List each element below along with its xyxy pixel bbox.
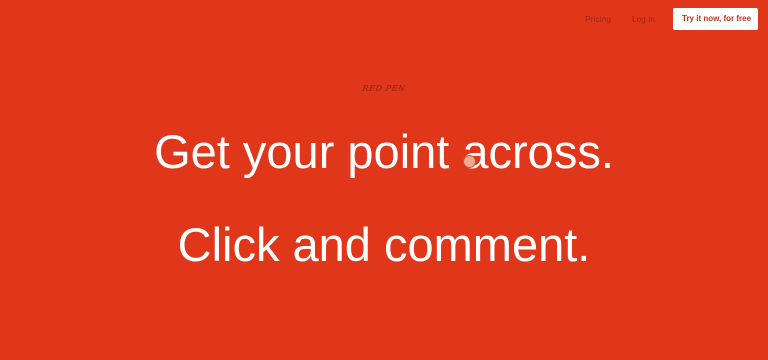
try-free-button[interactable]: Try it now, for free	[673, 8, 758, 30]
pricing-link[interactable]: Pricing	[585, 15, 611, 24]
red-pen-logo: RED PEN	[361, 84, 407, 93]
top-navigation: Pricing Log in Try it now, for free	[585, 8, 758, 30]
hero-headline-line2: Click and comment.	[177, 218, 591, 271]
comment-marker-icon[interactable]	[464, 156, 475, 167]
hero-headline-line1: Get your point across.	[154, 125, 614, 178]
login-link[interactable]: Log in	[632, 15, 655, 24]
